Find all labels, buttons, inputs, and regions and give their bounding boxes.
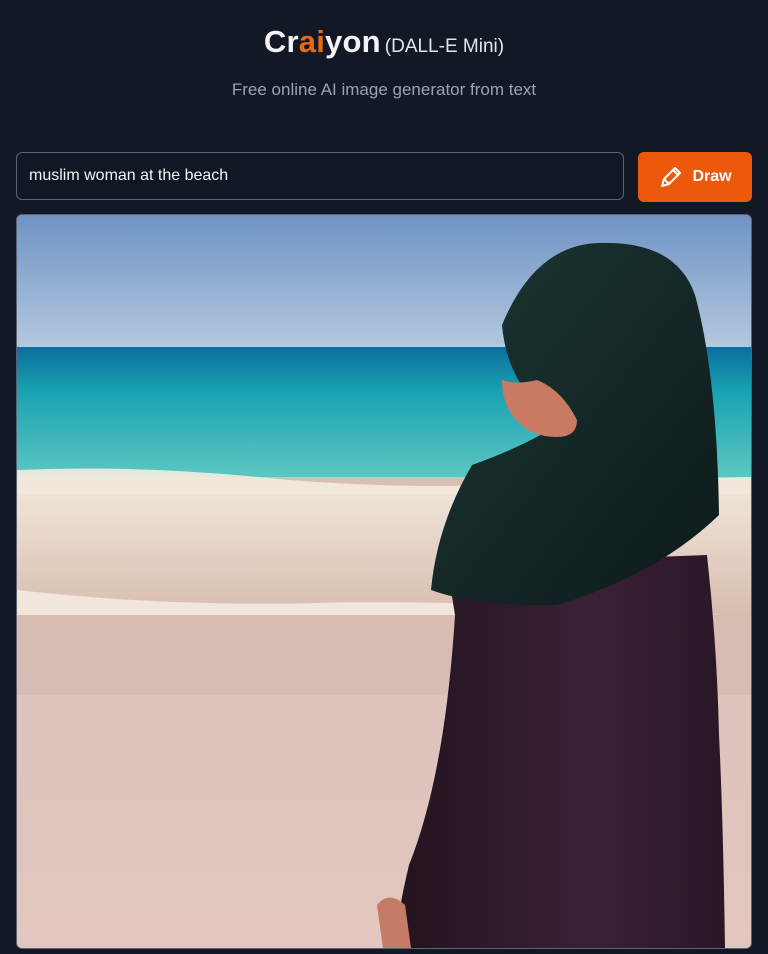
- page-title: Craiyon (DALL-E Mini): [0, 24, 768, 60]
- generated-image[interactable]: [16, 214, 752, 949]
- brand-logo: Craiyon: [264, 24, 381, 59]
- brand-accent: ai: [298, 24, 326, 59]
- model-label: (DALL-E Mini): [384, 36, 505, 57]
- beach-scene: [17, 215, 751, 948]
- brand-prefix: Cr: [263, 24, 299, 59]
- subtitle: Free online AI image generator from text: [231, 80, 537, 99]
- brand-suffix: yon: [325, 24, 381, 59]
- pencil-icon: [658, 164, 684, 190]
- draw-button-label: Draw: [692, 168, 732, 185]
- prompt-input[interactable]: [16, 152, 624, 200]
- draw-button[interactable]: Draw: [638, 152, 752, 202]
